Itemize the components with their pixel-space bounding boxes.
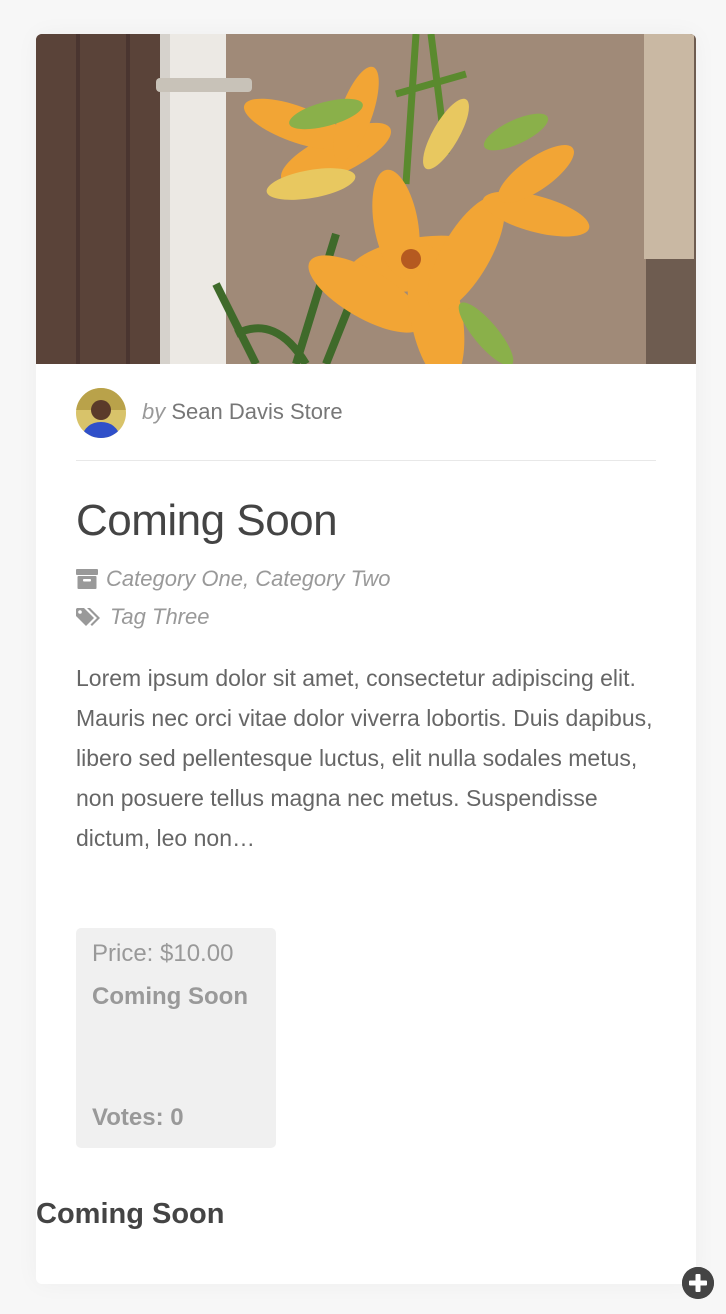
vote-box: Price: $10.00 Coming Soon Votes: 0 <box>76 928 276 1148</box>
category-link-two[interactable]: Category Two <box>255 566 390 591</box>
tags-row: Tag Three <box>76 604 209 633</box>
author-name[interactable]: Sean Davis Store <box>171 399 342 424</box>
product-card: by Sean Davis Store Coming Soon Category… <box>36 34 696 1284</box>
price-label: Price: $10.00 <box>92 940 234 967</box>
product-title[interactable]: Coming Soon <box>76 496 338 546</box>
add-button[interactable] <box>682 1267 714 1299</box>
tags-icon <box>76 607 102 633</box>
category-link-one[interactable]: Category One <box>106 566 243 591</box>
avatar-image <box>76 388 126 438</box>
author-avatar[interactable] <box>76 388 126 438</box>
plus-circle-icon <box>682 1267 714 1299</box>
coming-soon-footer: Coming Soon <box>36 1198 225 1230</box>
status-label: Coming Soon <box>92 983 248 1010</box>
by-label: by <box>142 399 166 424</box>
votes-count: Votes: 0 <box>92 1104 184 1131</box>
category-separator: , <box>242 566 250 591</box>
author-byline: by Sean Davis Store <box>142 399 343 425</box>
lily-photo <box>36 34 696 364</box>
author-row: by Sean Davis Store <box>76 388 656 461</box>
tag-link[interactable]: Tag Three <box>110 604 209 629</box>
categories-row: Category One, Category Two <box>76 566 391 595</box>
hero-image[interactable] <box>36 34 696 364</box>
product-excerpt: Lorem ipsum dolor sit amet, consectetur … <box>76 665 653 851</box>
archive-icon <box>76 569 98 595</box>
